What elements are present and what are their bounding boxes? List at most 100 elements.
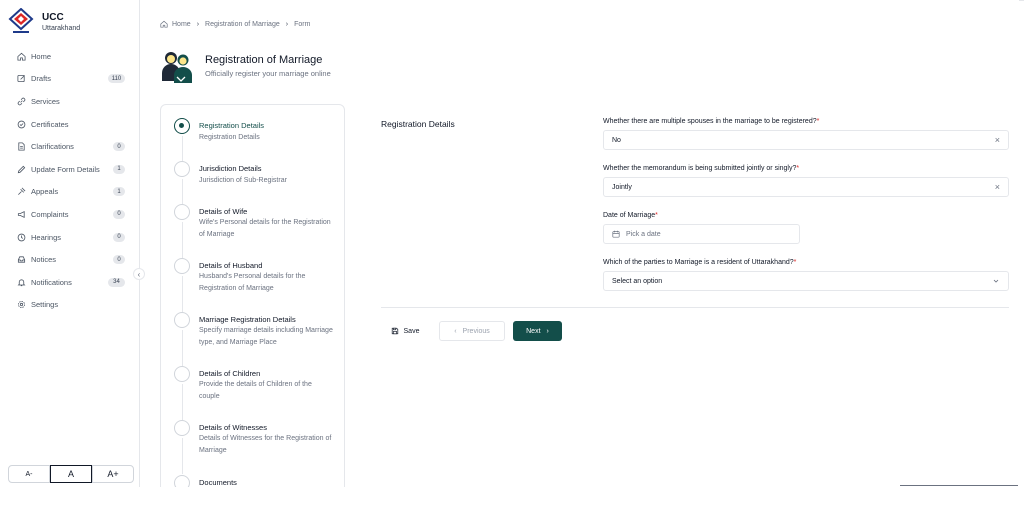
sidebar-item-label: Clarifications	[31, 142, 74, 152]
breadcrumb-section[interactable]: Registration of Marriage	[205, 21, 280, 28]
sidebar-item-label: Notices	[31, 255, 57, 265]
next-button[interactable]: Next ›	[513, 321, 562, 341]
sidebar-collapse-button[interactable]: ‹	[133, 268, 145, 280]
count-badge: 0	[113, 209, 125, 219]
sidebar-item-home[interactable]: Home	[0, 45, 139, 68]
selected-value: No	[612, 136, 621, 144]
sidebar-item-label: Certificates	[31, 119, 69, 129]
font-increase-button[interactable]: A+	[92, 465, 134, 483]
step-indicator	[174, 258, 190, 274]
resident-select[interactable]: Select an option	[603, 271, 1009, 291]
count-badge: 1	[113, 164, 125, 174]
step-indicator	[174, 312, 190, 328]
sidebar-item-notices[interactable]: Notices 0	[0, 248, 139, 271]
bell-icon	[16, 277, 26, 287]
brand[interactable]: UCC Uttarakhand	[8, 8, 80, 36]
required-mark: *	[655, 212, 658, 219]
count-badge: 0	[113, 255, 125, 265]
required-mark: *	[796, 165, 800, 172]
link-icon	[16, 96, 26, 106]
sidebar-item-settings[interactable]: Settings	[0, 294, 139, 317]
sidebar: UCC Uttarakhand Home Drafts 110 Services…	[0, 0, 140, 487]
gear-icon	[16, 300, 26, 310]
clear-icon[interactable]: ×	[995, 182, 1000, 192]
step-connector	[182, 384, 183, 420]
sidebar-item-label: Hearings	[31, 232, 62, 242]
chevron-right-icon: ›	[546, 327, 549, 335]
gavel-icon	[16, 187, 26, 197]
save-label: Save	[403, 327, 420, 335]
sidebar-item-hearings[interactable]: Hearings 0	[0, 226, 139, 249]
font-decrease-button[interactable]: A-	[8, 465, 50, 483]
next-label: Next	[526, 327, 541, 335]
date-of-marriage-field: Date of Marriage* Pick a date	[603, 212, 800, 244]
breadcrumb: Home › Registration of Marriage › Form	[160, 20, 310, 28]
previous-button[interactable]: ‹ Previous	[439, 321, 505, 341]
save-button[interactable]: Save	[381, 321, 429, 341]
page-header: Registration of Marriage Officially regi…	[160, 47, 331, 85]
step-description: Registration Details	[199, 134, 260, 141]
count-badge: 110	[108, 74, 125, 84]
step-connector	[182, 438, 183, 474]
required-mark: *	[816, 118, 820, 125]
field-label: Date of Marriage	[603, 212, 656, 219]
step-description: Details of Witnesses for the Registratio…	[199, 435, 332, 454]
sidebar-item-label: Update Form Details	[31, 164, 100, 174]
date-picker-input[interactable]: Pick a date	[603, 224, 800, 244]
save-icon	[391, 327, 398, 335]
sidebar-item-label: Drafts	[31, 74, 52, 84]
chevron-down-icon	[993, 279, 999, 283]
memorandum-select[interactable]: Jointly ×	[603, 177, 1009, 197]
step-indicator	[174, 366, 190, 382]
memorandum-field: Whether the memorandum is being submitte…	[603, 165, 1009, 197]
sidebar-item-label: Complaints	[31, 209, 69, 219]
selected-value: Jointly	[612, 183, 632, 191]
step-title: Details of Children	[199, 369, 261, 378]
bottom-divider	[900, 485, 1018, 486]
multiple-spouses-select[interactable]: No ×	[603, 130, 1009, 150]
form-stepper: Registration Details Registration Detail…	[160, 104, 345, 487]
step-connector	[182, 330, 183, 366]
sidebar-item-complaints[interactable]: Complaints 0	[0, 203, 139, 226]
font-normal-button[interactable]: A	[50, 465, 92, 483]
sidebar-item-appeals[interactable]: Appeals 1	[0, 181, 139, 204]
field-label: Whether the memorandum is being submitte…	[603, 165, 797, 172]
sidebar-item-label: Settings	[31, 300, 59, 310]
step-indicator	[174, 161, 190, 177]
sidebar-item-clarifications[interactable]: Clarifications 0	[0, 135, 139, 158]
step-connector	[182, 276, 183, 312]
step-title: Marriage Registration Details	[199, 315, 296, 324]
step-description: Jurisdiction of Sub-Registrar	[199, 177, 287, 184]
sidebar-item-drafts[interactable]: Drafts 110	[0, 68, 139, 91]
sidebar-item-label: Home	[31, 51, 52, 61]
count-badge: 34	[108, 277, 125, 287]
sidebar-item-notifications[interactable]: Notifications 34	[0, 271, 139, 294]
chevron-right-icon: ›	[196, 20, 200, 28]
pencil-icon	[16, 164, 26, 174]
clock-icon	[16, 232, 26, 242]
multiple-spouses-field: Whether there are multiple spouses in th…	[603, 118, 1009, 150]
couple-icon	[162, 52, 192, 83]
chevron-left-icon: ‹	[454, 327, 457, 335]
step-description: Wife's Personal details for the Registra…	[199, 219, 331, 238]
uttarakhand-emblem-icon	[8, 8, 34, 33]
home-icon	[160, 20, 168, 28]
inbox-icon	[16, 255, 26, 265]
step-description: Specify marriage details including Marri…	[199, 327, 333, 346]
step-connector	[182, 222, 183, 258]
date-placeholder: Pick a date	[626, 230, 661, 238]
page-title: Registration of Marriage	[205, 54, 323, 66]
breadcrumb-home[interactable]: Home	[172, 21, 191, 28]
step-title: Documents	[199, 478, 237, 487]
step-title: Registration Details	[199, 121, 265, 130]
sidebar-item-services[interactable]: Services	[0, 90, 139, 113]
sidebar-item-update-form-details[interactable]: Update Form Details 1	[0, 158, 139, 181]
sidebar-item-certificates[interactable]: Certificates	[0, 113, 139, 136]
clear-icon[interactable]: ×	[995, 135, 1000, 145]
file-icon	[16, 142, 26, 152]
edit-icon	[16, 74, 26, 84]
sidebar-item-label: Notifications	[31, 277, 72, 287]
step-title: Details of Husband	[199, 261, 263, 270]
previous-label: Previous	[462, 327, 490, 335]
step-indicator	[174, 204, 190, 220]
